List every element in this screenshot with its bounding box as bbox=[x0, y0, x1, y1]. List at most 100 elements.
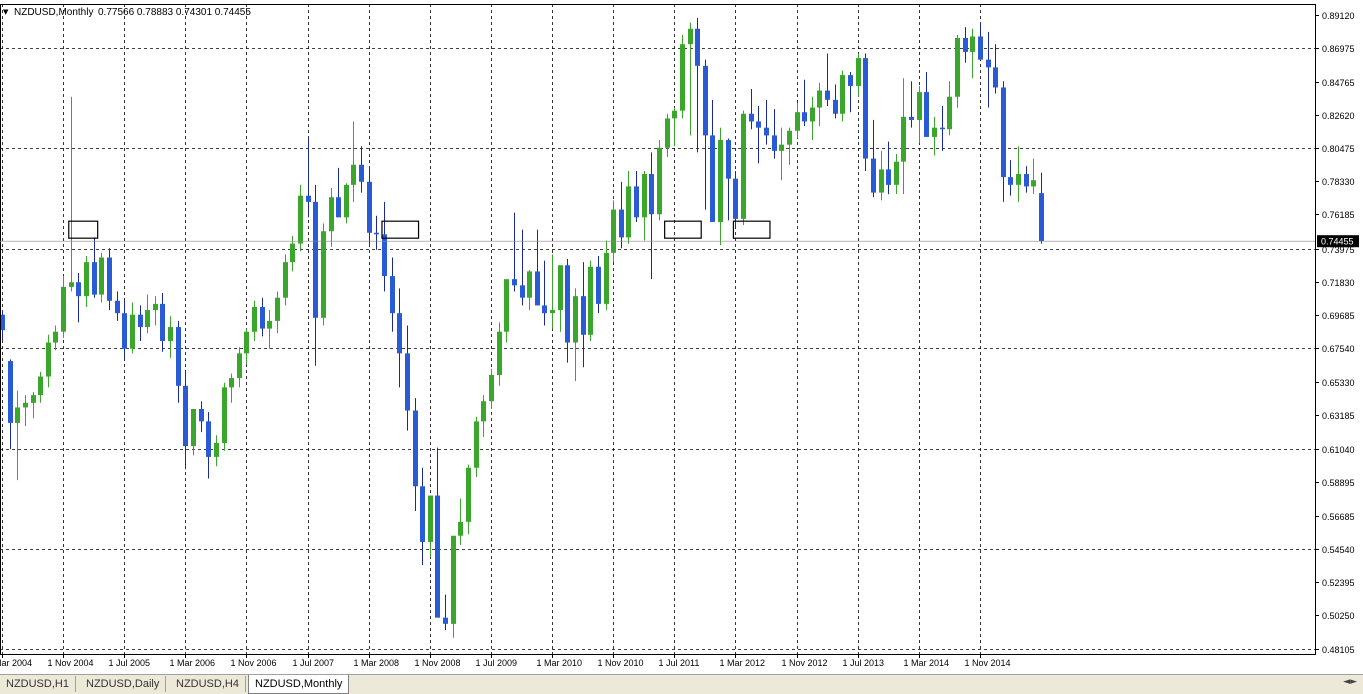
annotation-boxes[interactable] bbox=[68, 220, 771, 239]
candle-body bbox=[520, 285, 525, 298]
candle-body bbox=[153, 303, 158, 311]
candle-body bbox=[183, 385, 188, 447]
candle-body bbox=[649, 174, 654, 215]
candle bbox=[917, 85, 922, 144]
candle bbox=[642, 170, 647, 241]
candle bbox=[1016, 146, 1021, 202]
x-tick-label: 1 Nov 2014 bbox=[965, 658, 1011, 668]
tab-nzdusd-monthly[interactable]: NZDUSD,Monthly bbox=[248, 675, 350, 694]
candle bbox=[970, 28, 975, 79]
candle-body bbox=[15, 407, 20, 423]
candle-body bbox=[214, 443, 219, 457]
y-tick-label: 0.63185 bbox=[1322, 411, 1355, 421]
candle bbox=[458, 498, 463, 546]
candle-body bbox=[779, 144, 784, 151]
candle bbox=[69, 96, 74, 292]
candle-body bbox=[512, 279, 517, 286]
candle bbox=[115, 291, 120, 321]
candle bbox=[749, 89, 754, 130]
candle bbox=[504, 279, 509, 343]
candle bbox=[512, 212, 517, 292]
candle-body bbox=[680, 44, 685, 111]
candle bbox=[359, 146, 364, 193]
candle bbox=[856, 53, 861, 97]
y-tick-label: 0.52395 bbox=[1322, 578, 1355, 588]
candle-body bbox=[642, 174, 647, 218]
candle bbox=[1031, 158, 1036, 195]
candle-body bbox=[756, 121, 761, 128]
candle-body bbox=[267, 320, 272, 329]
candle-body bbox=[611, 209, 616, 253]
plot-frame bbox=[0, 4, 1316, 655]
x-tick-label: 1 Jul 2013 bbox=[843, 658, 885, 668]
y-tick-label: 0.78330 bbox=[1322, 177, 1355, 187]
candle bbox=[1039, 172, 1044, 244]
candle-body bbox=[1016, 174, 1021, 185]
y-tick-label: 0.86975 bbox=[1322, 44, 1355, 54]
triangle-down-icon[interactable]: ▼ bbox=[3, 8, 9, 16]
candle-body bbox=[191, 408, 196, 447]
price-chart[interactable]: 0.89120 0.86975 0.84765 0.82620 0.80475 0.783… bbox=[0, 0, 1363, 674]
candle bbox=[214, 435, 219, 467]
candle-body bbox=[940, 127, 945, 130]
y-tick-label: 0.69685 bbox=[1322, 311, 1355, 321]
candle-body bbox=[313, 201, 318, 318]
candle-body bbox=[810, 107, 815, 122]
annotation-box bbox=[68, 220, 99, 239]
candle-body bbox=[115, 300, 120, 314]
x-tick-label: 1 Jul 2005 bbox=[109, 658, 151, 668]
candle-body bbox=[657, 147, 662, 215]
y-tick-label: 0.80475 bbox=[1322, 144, 1355, 154]
candle bbox=[145, 294, 150, 334]
candle bbox=[604, 240, 609, 311]
y-tick-label: 0.50250 bbox=[1322, 611, 1355, 621]
candle-body bbox=[222, 387, 227, 444]
candle bbox=[31, 391, 36, 419]
y-tick-label: 0.71830 bbox=[1322, 278, 1355, 288]
candle bbox=[710, 99, 715, 222]
chart-tabs: NZDUSD,H1 NZDUSD,Daily NZDUSD,H4 NZDUSD,… bbox=[0, 674, 1363, 694]
candle-body bbox=[817, 90, 822, 108]
candle bbox=[435, 447, 440, 618]
candle bbox=[802, 79, 807, 127]
candle bbox=[649, 152, 654, 280]
candle-body bbox=[451, 535, 456, 624]
candle-body bbox=[604, 252, 609, 304]
candle bbox=[756, 106, 761, 164]
x-tick-label: 1 Mar 2010 bbox=[537, 658, 583, 668]
candle-body bbox=[23, 402, 28, 408]
candle bbox=[879, 150, 884, 201]
candle bbox=[229, 373, 234, 403]
candle-body bbox=[31, 395, 36, 403]
candle bbox=[199, 401, 204, 433]
candle bbox=[901, 78, 906, 195]
candle-body bbox=[420, 486, 425, 542]
arrows-icon[interactable]: ◄► bbox=[1343, 677, 1357, 687]
candle bbox=[596, 255, 601, 314]
candle-body bbox=[130, 314, 135, 349]
candle-body bbox=[955, 38, 960, 97]
candle-body bbox=[963, 38, 968, 52]
candle-body bbox=[795, 112, 800, 131]
x-tick-label: 1 Mar 2006 bbox=[170, 658, 216, 668]
annotation-box bbox=[664, 220, 702, 239]
x-tick-label: 1 Nov 2012 bbox=[782, 658, 828, 668]
candle-body bbox=[665, 118, 670, 148]
candle bbox=[351, 121, 356, 202]
candle bbox=[932, 116, 937, 156]
candle-body bbox=[695, 28, 700, 66]
tab-nzdusd-h4[interactable]: NZDUSD,H4 bbox=[170, 676, 246, 692]
candle bbox=[489, 368, 494, 409]
candle-body bbox=[879, 169, 884, 193]
candle-body bbox=[160, 303, 165, 341]
candle bbox=[741, 110, 746, 226]
candle bbox=[267, 310, 272, 349]
candles bbox=[0, 17, 1044, 638]
candle-body bbox=[1001, 87, 1006, 178]
tab-nzdusd-h1[interactable]: NZDUSD,H1 bbox=[0, 676, 76, 692]
tab-nzdusd-daily[interactable]: NZDUSD,Daily bbox=[80, 676, 167, 692]
x-tick-label: 1 Nov 2006 bbox=[231, 658, 277, 668]
candle-body bbox=[481, 401, 486, 422]
candle bbox=[84, 255, 89, 307]
candle-body bbox=[626, 186, 631, 238]
